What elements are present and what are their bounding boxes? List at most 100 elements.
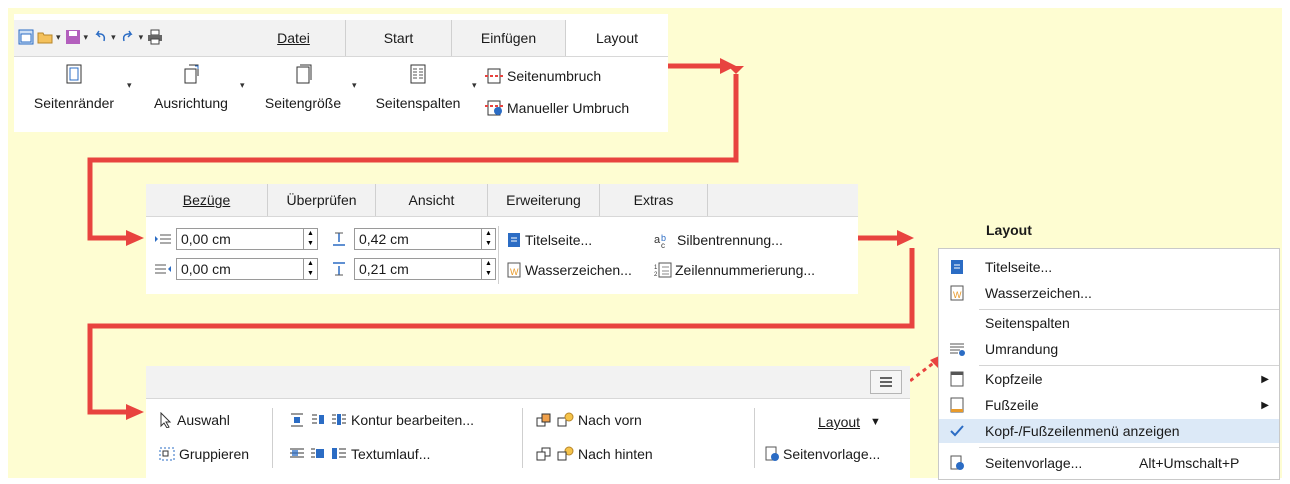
tab-extras[interactable]: Extras <box>600 184 708 216</box>
menu-item-border[interactable]: Umrandung <box>939 337 1279 361</box>
select-button[interactable]: Auswahl <box>158 410 230 430</box>
menu-item-show-header-footer-menu[interactable]: Kopf-/Fußzeilenmenü anzeigen <box>939 419 1279 443</box>
menu-item-watermark[interactable]: W Wasserzeichen... <box>939 281 1279 305</box>
orientation-button[interactable]: Ausrichtung <box>140 64 242 111</box>
line-numbering-button[interactable]: 12 Zeilennummerierung... <box>654 260 815 280</box>
page-style-button[interactable]: Seitenvorlage... <box>764 444 880 464</box>
contour-icon <box>332 414 346 425</box>
indent-before-field[interactable]: 0,00 cm <box>176 228 304 250</box>
indent-before-stepper[interactable]: ▲ ▼ <box>304 228 318 250</box>
columns-icon <box>410 64 426 84</box>
submenu-arrow-icon: ▶ <box>1261 373 1269 385</box>
undo-icon[interactable] <box>92 29 108 45</box>
separator <box>272 408 273 468</box>
hyphenation-button[interactable]: abc Silbentrennung... <box>654 230 783 250</box>
menu-separator <box>979 447 1279 448</box>
menu-item-header[interactable]: Kopfzeile ▶ <box>939 367 1279 391</box>
tab-ueberpruefen[interactable]: Überprüfen <box>268 184 376 216</box>
columns-dropdown-icon[interactable]: ▾ <box>472 80 477 91</box>
hyphenation-icon: a bc <box>654 233 666 248</box>
orientation-dropdown-icon[interactable]: ▾ <box>240 80 245 91</box>
tab-bezuege[interactable]: Bezüge <box>146 184 268 216</box>
undo-dropdown-icon[interactable]: ▾ <box>111 32 116 43</box>
save-dropdown-icon[interactable]: ▾ <box>84 32 89 43</box>
separator <box>522 408 523 468</box>
spacing-above-field[interactable]: 0,42 cm <box>354 228 482 250</box>
open-folder-icon[interactable] <box>37 29 53 45</box>
indent-before-icon <box>155 234 171 244</box>
indent-after-field[interactable]: 0,00 cm <box>176 258 304 280</box>
contour-button[interactable]: Kontur bearbeiten... <box>288 410 474 430</box>
title-page-button[interactable]: Titelseite... <box>506 230 592 250</box>
layout-menu-title: Layout <box>986 222 1032 238</box>
menu-item-footer[interactable]: Fußzeile ▶ <box>939 393 1279 417</box>
separator <box>754 408 755 468</box>
spacing-below-stepper[interactable]: ▲ ▼ <box>482 258 496 280</box>
print-icon[interactable] <box>147 29 163 45</box>
bring-forward-label: Nach vorn <box>578 412 642 428</box>
tab-datei[interactable]: Datei <box>242 20 346 56</box>
spacing-above-spinner[interactable]: 0,42 cm ▲ ▼ <box>354 228 496 250</box>
columns-button[interactable]: Seitenspalten <box>364 64 472 111</box>
svg-text:a: a <box>654 234 661 246</box>
margins-dropdown-icon[interactable]: ▾ <box>127 80 132 91</box>
tab-layout[interactable]: Layout <box>566 20 668 56</box>
indent-after-spinner[interactable]: 0,00 cm ▲ ▼ <box>176 258 318 280</box>
manual-break-icon <box>485 100 503 116</box>
tab-erweiterung[interactable]: Erweiterung <box>488 184 600 216</box>
menu-separator <box>979 309 1279 310</box>
layout-dropdown-label: Layout <box>818 414 861 430</box>
ribbon-panel-references: Bezüge Überprüfen Ansicht Erweiterung Ex… <box>146 184 858 294</box>
margins-icon <box>66 64 82 84</box>
watermark-icon: W <box>507 262 521 278</box>
manual-break-button[interactable]: Manueller Umbruch <box>484 98 629 118</box>
wrap-left-icon <box>312 414 324 424</box>
border-icon <box>950 343 965 356</box>
watermark-button[interactable]: W Wasserzeichen... <box>506 260 632 280</box>
send-backward-button[interactable]: Nach hinten <box>536 444 653 464</box>
page-break-button[interactable]: Seitenumbruch <box>484 66 601 86</box>
svg-text:c: c <box>661 241 665 248</box>
menu-item-page-style[interactable]: Seitenvorlage... Alt+Umschalt+P <box>939 451 1279 475</box>
screenshot-canvas: ▾ ▾ ▾ ▾ Datei Start Einfügen Layout Seit… <box>0 0 1290 484</box>
indent-before-spinner[interactable]: 0,00 cm ▲ ▼ <box>176 228 318 250</box>
page-size-dropdown-icon[interactable]: ▾ <box>352 80 357 91</box>
save-icon[interactable] <box>65 29 81 45</box>
contour-label: Kontur bearbeiten... <box>351 412 474 428</box>
page-break-icon <box>485 68 503 84</box>
manual-break-label: Manueller Umbruch <box>507 100 630 116</box>
menu-item-label: Umrandung <box>985 341 1059 357</box>
tab-ansicht[interactable]: Ansicht <box>376 184 488 216</box>
spacing-below-spinner[interactable]: 0,21 cm ▲ ▼ <box>354 258 496 280</box>
line-numbering-label: Zeilennummerierung... <box>675 262 816 278</box>
menu-item-columns[interactable]: Seitenspalten <box>939 311 1279 335</box>
menu-item-label: Seitenvorlage... <box>985 455 1083 471</box>
submenu-arrow-icon: ▶ <box>1261 399 1269 411</box>
bring-forward-icon <box>557 412 574 427</box>
page-size-icon <box>296 64 312 84</box>
window-icon[interactable] <box>18 29 34 45</box>
toolbar-strip <box>146 366 910 399</box>
redo-icon[interactable] <box>120 29 136 45</box>
redo-dropdown-icon[interactable]: ▾ <box>139 32 144 43</box>
quick-access-toolbar: ▾ ▾ ▾ ▾ <box>18 26 166 48</box>
tab-einfuegen[interactable]: Einfügen <box>452 20 566 56</box>
hamburger-menu-button[interactable] <box>870 370 902 394</box>
indent-after-stepper[interactable]: ▲ ▼ <box>304 258 318 280</box>
spacing-below-icon <box>333 262 345 276</box>
menu-item-title-page[interactable]: Titelseite... <box>939 255 1279 279</box>
indent-after-icon <box>155 264 171 274</box>
wrap-button[interactable]: Textumlauf... <box>288 444 430 464</box>
group-button[interactable]: Gruppieren <box>158 444 249 464</box>
layout-dropdown-button[interactable]: Layout ▼ <box>818 412 881 432</box>
page-size-button[interactable]: Seitengröße <box>252 64 354 111</box>
spacing-below-field[interactable]: 0,21 cm <box>354 258 482 280</box>
bring-forward-button[interactable]: Nach vorn <box>536 410 642 430</box>
open-dropdown-icon[interactable]: ▾ <box>56 32 61 43</box>
tab-start[interactable]: Start <box>346 20 452 56</box>
margins-button[interactable]: Seitenränder <box>20 64 128 111</box>
header-icon <box>950 371 964 387</box>
spacing-above-stepper[interactable]: ▲ ▼ <box>482 228 496 250</box>
dropdown-icon: ▼ <box>870 416 881 428</box>
group-label: Gruppieren <box>179 446 250 462</box>
